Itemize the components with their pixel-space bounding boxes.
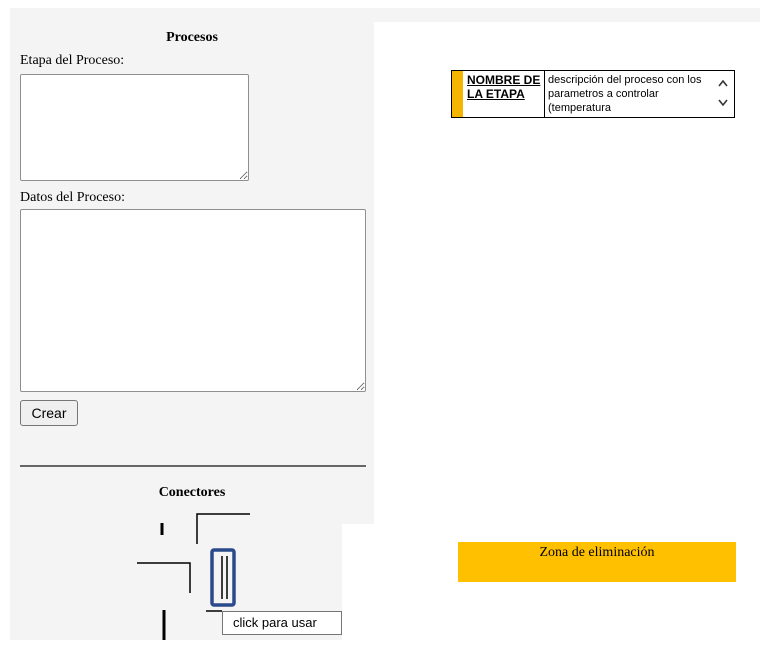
stage-card-accent xyxy=(452,71,463,117)
delete-zone-label: Zona de eliminación xyxy=(539,545,655,560)
delete-zone[interactable]: Zona de eliminación xyxy=(458,542,736,582)
connector-selected-highlight[interactable] xyxy=(210,548,236,607)
stage-card-scrollbar[interactable] xyxy=(712,71,734,117)
connector-corner-up-right[interactable] xyxy=(196,513,250,544)
stage-name: NOMBRE DE LA ETAPA xyxy=(467,73,541,101)
connector-corner-down[interactable] xyxy=(137,562,191,593)
connector-tooltip: click para usar xyxy=(222,611,342,635)
chevron-down-icon[interactable] xyxy=(716,97,730,109)
chevron-up-icon[interactable] xyxy=(716,77,730,89)
stage-description: descripción del proceso con los parametr… xyxy=(548,74,702,114)
stage-card[interactable]: NOMBRE DE LA ETAPA descripción del proce… xyxy=(451,70,735,118)
stage-card-separator xyxy=(544,71,545,117)
